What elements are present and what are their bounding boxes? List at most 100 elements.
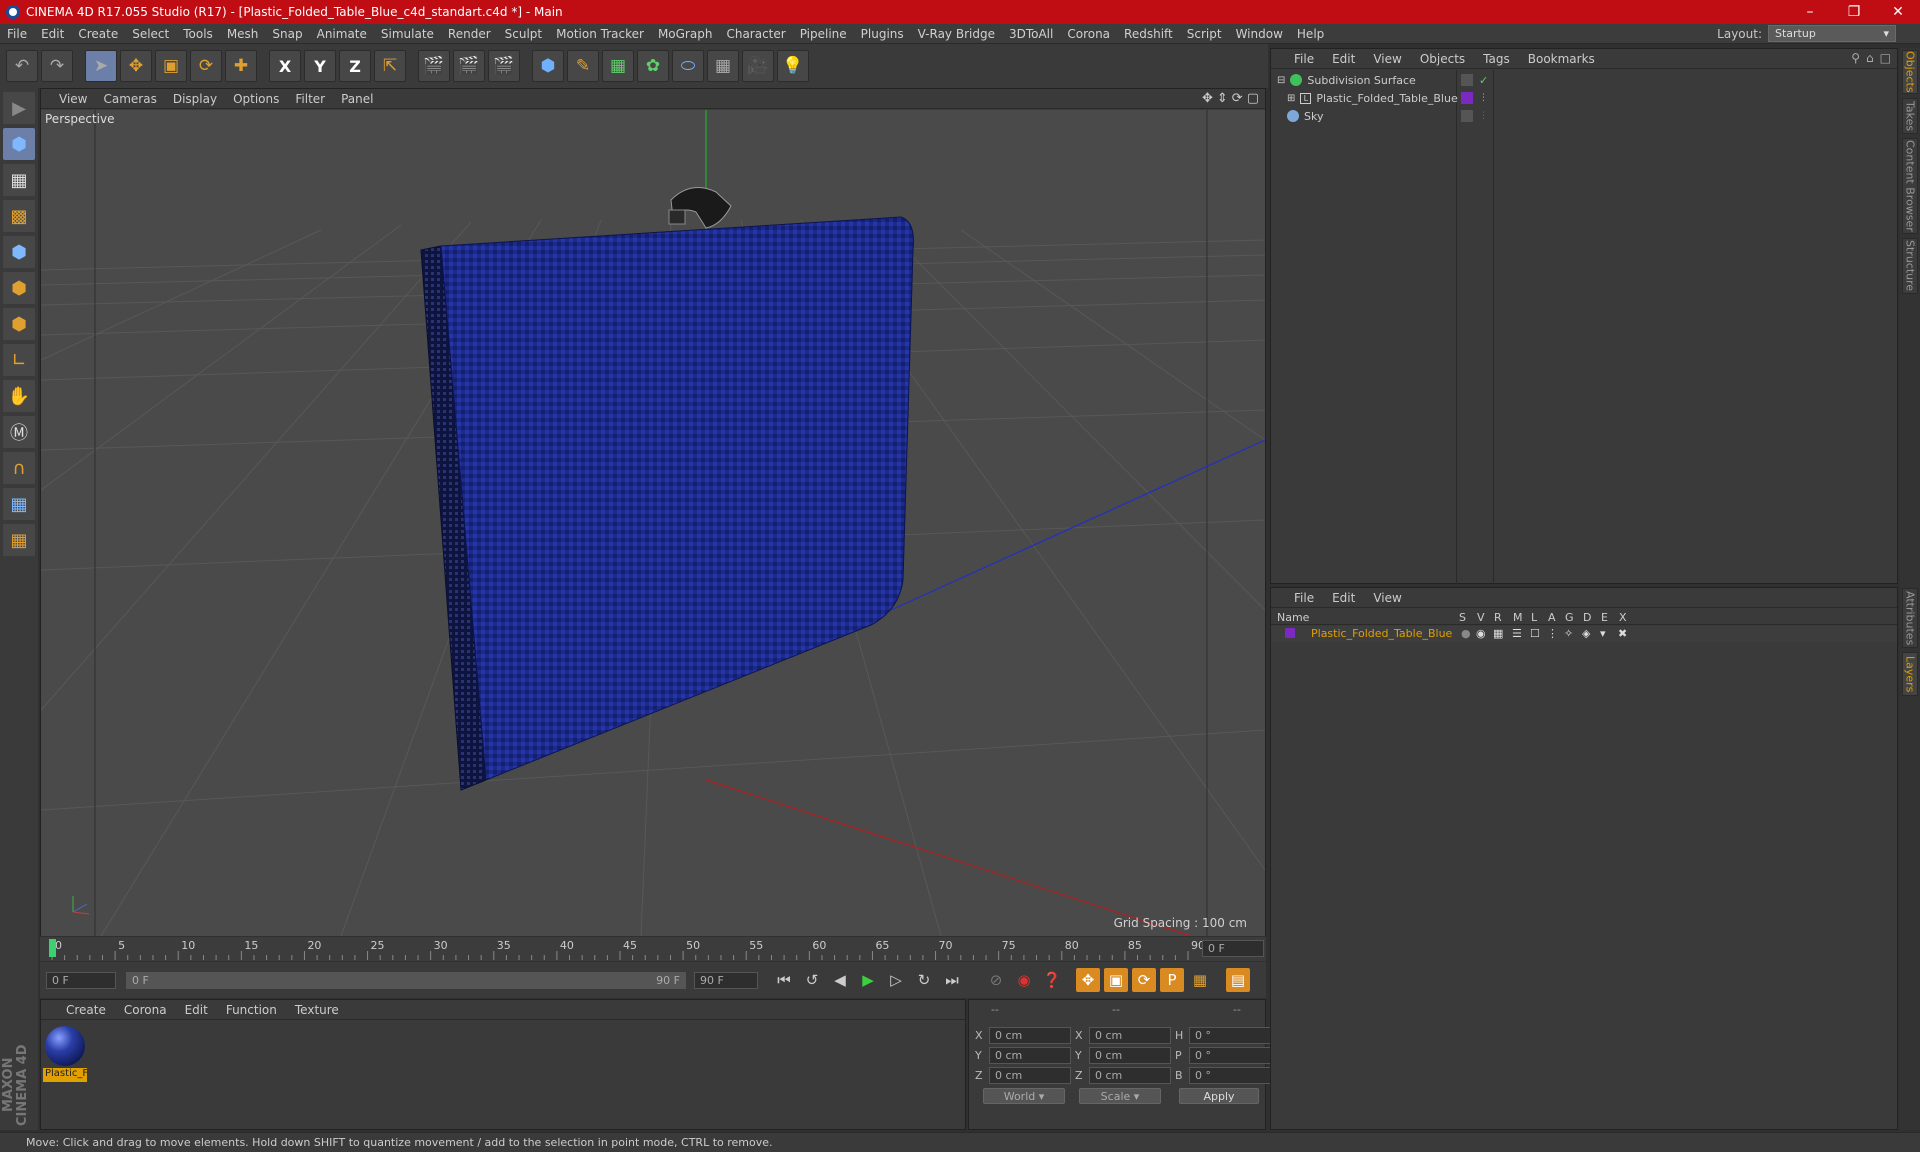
vp-menu-options[interactable]: Options — [225, 92, 287, 106]
position-z-field[interactable]: 0 cm — [989, 1067, 1071, 1084]
expression-icon[interactable]: ▾ — [1600, 627, 1606, 640]
timeline-ruler[interactable]: 0 5 10 15 20 25 30 35 40 45 50 55 60 65 70 75 80 85 90 0 F — [40, 937, 1266, 961]
size-y-field[interactable]: 0 cm — [1089, 1047, 1171, 1064]
edges-mode-icon[interactable]: ⬢ — [3, 272, 35, 304]
mograph-cloner-icon[interactable]: ✿ — [637, 50, 669, 82]
menu-mesh[interactable]: Mesh — [220, 27, 266, 41]
xref-icon[interactable]: ✖ — [1618, 627, 1627, 640]
world-dropdown[interactable]: World ▾ — [983, 1088, 1065, 1104]
record-keyframe-icon[interactable]: ◉ — [1012, 968, 1036, 992]
layer-menu-view[interactable]: View — [1364, 591, 1410, 605]
vp-menu-view[interactable]: View — [51, 92, 95, 106]
menu-pipeline[interactable]: Pipeline — [793, 27, 854, 41]
perspective-viewport[interactable]: Perspective Grid Spacing : 100 cm — [41, 110, 1265, 936]
camera-icon[interactable]: 🎥 — [742, 50, 774, 82]
subdivision-surface-icon[interactable]: ▦ — [602, 50, 634, 82]
points-mode-icon[interactable]: ⬢ — [3, 236, 35, 268]
menu-script[interactable]: Script — [1180, 27, 1229, 41]
layer-menu-file[interactable]: File — [1285, 591, 1323, 605]
size-z-field[interactable]: 0 cm — [1089, 1067, 1171, 1084]
play-icon[interactable]: ▶ — [856, 968, 880, 992]
layer-color-icon[interactable] — [1461, 92, 1473, 104]
close-icon[interactable]: ✕ — [1876, 0, 1920, 24]
solo-mode-icon[interactable]: Ⓜ — [3, 416, 35, 448]
menu-mograph[interactable]: MoGraph — [651, 27, 720, 41]
menu-plugins[interactable]: Plugins — [854, 27, 911, 41]
undo-icon[interactable]: ↶ — [6, 50, 38, 82]
menu-select[interactable]: Select — [125, 27, 176, 41]
menu-window[interactable]: Window — [1229, 27, 1290, 41]
tab-content-browser[interactable]: Content Browser — [1902, 138, 1918, 234]
scale-dropdown[interactable]: Scale ▾ — [1079, 1088, 1161, 1104]
obj-menu-file[interactable]: File — [1285, 52, 1323, 66]
vp-menu-filter[interactable]: Filter — [287, 92, 333, 106]
tab-takes[interactable]: Takes — [1902, 98, 1918, 134]
timeline-window-icon[interactable]: ▤ — [1226, 968, 1250, 992]
workplane-lock-icon[interactable]: ▦ — [3, 488, 35, 520]
apply-button[interactable]: Apply — [1179, 1088, 1259, 1104]
menu-vray-bridge[interactable]: V-Ray Bridge — [911, 27, 1002, 41]
snap-magnet-icon[interactable]: ∩ — [3, 452, 35, 484]
coordinate-system-icon[interactable]: ⇱ — [374, 50, 406, 82]
orbit-icon[interactable]: ⟳ — [1232, 91, 1243, 106]
frame-range-slider[interactable]: 0 F 90 F — [126, 971, 686, 989]
go-to-end-icon[interactable]: ⏭ — [940, 968, 964, 992]
layer-menu-edit[interactable]: Edit — [1323, 591, 1364, 605]
tab-structure[interactable]: Structure — [1902, 238, 1918, 294]
light-bulb-icon[interactable]: 💡 — [777, 50, 809, 82]
minimize-icon[interactable]: – — [1788, 0, 1832, 24]
material-swatch[interactable]: Plastic_F — [43, 1024, 87, 1082]
playhead[interactable] — [49, 939, 56, 957]
new-window-icon[interactable]: □ — [1880, 51, 1891, 65]
animation-icon[interactable]: ⋮ — [1547, 627, 1558, 640]
menu-simulate[interactable]: Simulate — [374, 27, 441, 41]
pan-icon[interactable]: ✥ — [1202, 91, 1213, 106]
menu-motion-tracker[interactable]: Motion Tracker — [549, 27, 651, 41]
position-y-field[interactable]: 0 cm — [989, 1047, 1071, 1064]
home-icon[interactable]: ⌂ — [1866, 51, 1874, 65]
obj-menu-edit[interactable]: Edit — [1323, 52, 1364, 66]
go-to-start-icon[interactable]: ⏮ — [772, 968, 796, 992]
object-row-subdivision-surface[interactable]: ⊟ Subdivision Surface ✓ — [1271, 71, 1897, 89]
obj-menu-bookmarks[interactable]: Bookmarks — [1519, 52, 1604, 66]
key-rotation-icon[interactable]: ⟳ — [1132, 968, 1156, 992]
menu-animate[interactable]: Animate — [310, 27, 374, 41]
end-frame-field[interactable]: 90 F — [694, 971, 758, 989]
layout-dropdown[interactable]: Startup ▾ — [1768, 25, 1896, 42]
generator-icon[interactable]: ✧ — [1564, 627, 1573, 640]
floor-scene-icon[interactable]: ▦ — [707, 50, 739, 82]
render-picture-viewer-icon[interactable]: 🎬 — [453, 50, 485, 82]
rotation-b-field[interactable]: 0 ° — [1189, 1067, 1271, 1084]
maximize-view-icon[interactable]: ▢ — [1247, 91, 1259, 106]
vp-menu-display[interactable]: Display — [165, 92, 225, 106]
search-icon[interactable]: ⚲ — [1851, 51, 1860, 65]
tab-objects[interactable]: Objects — [1902, 50, 1918, 94]
timeline-current-frame[interactable]: 0 F — [1202, 940, 1264, 957]
dolly-icon[interactable]: ⇕ — [1217, 91, 1228, 106]
layer-row[interactable]: Plastic_Folded_Table_Blue ● ◉ ▦ ☰ ☐ ⋮ ✧ … — [1271, 626, 1897, 642]
mat-menu-create[interactable]: Create — [57, 1003, 115, 1017]
menu-create[interactable]: Create — [71, 27, 125, 41]
mat-menu-texture[interactable]: Texture — [286, 1003, 348, 1017]
render-clapper-icon[interactable]: ▦ — [1493, 627, 1503, 640]
lock-icon[interactable]: ☐ — [1530, 627, 1540, 640]
step-forward-icon[interactable]: ▷ — [884, 968, 908, 992]
model-mode-icon[interactable]: ⬢ — [3, 128, 35, 160]
folded-table-model[interactable] — [420, 187, 914, 791]
menu-3dtoall[interactable]: 3DToAll — [1002, 27, 1060, 41]
layer-color-icon[interactable] — [1461, 110, 1473, 122]
key-parameter-icon[interactable]: P — [1160, 968, 1184, 992]
check-icon[interactable]: ✓ — [1479, 74, 1488, 87]
solo-dot-icon[interactable]: ● — [1461, 627, 1471, 640]
rotation-p-field[interactable]: 0 ° — [1189, 1047, 1271, 1064]
obj-menu-tags[interactable]: Tags — [1474, 52, 1519, 66]
visibility-dots-icon[interactable]: ⋮ — [1479, 111, 1488, 121]
menu-corona[interactable]: Corona — [1060, 27, 1117, 41]
mat-menu-corona[interactable]: Corona — [115, 1003, 176, 1017]
menu-help[interactable]: Help — [1290, 27, 1331, 41]
key-position-icon[interactable]: ✥ — [1076, 968, 1100, 992]
start-frame-field[interactable]: 0 F — [46, 971, 116, 989]
obj-menu-view[interactable]: View — [1364, 52, 1410, 66]
collapse-icon[interactable]: ⊟ — [1277, 75, 1285, 86]
spline-pen-icon[interactable]: ✎ — [567, 50, 599, 82]
